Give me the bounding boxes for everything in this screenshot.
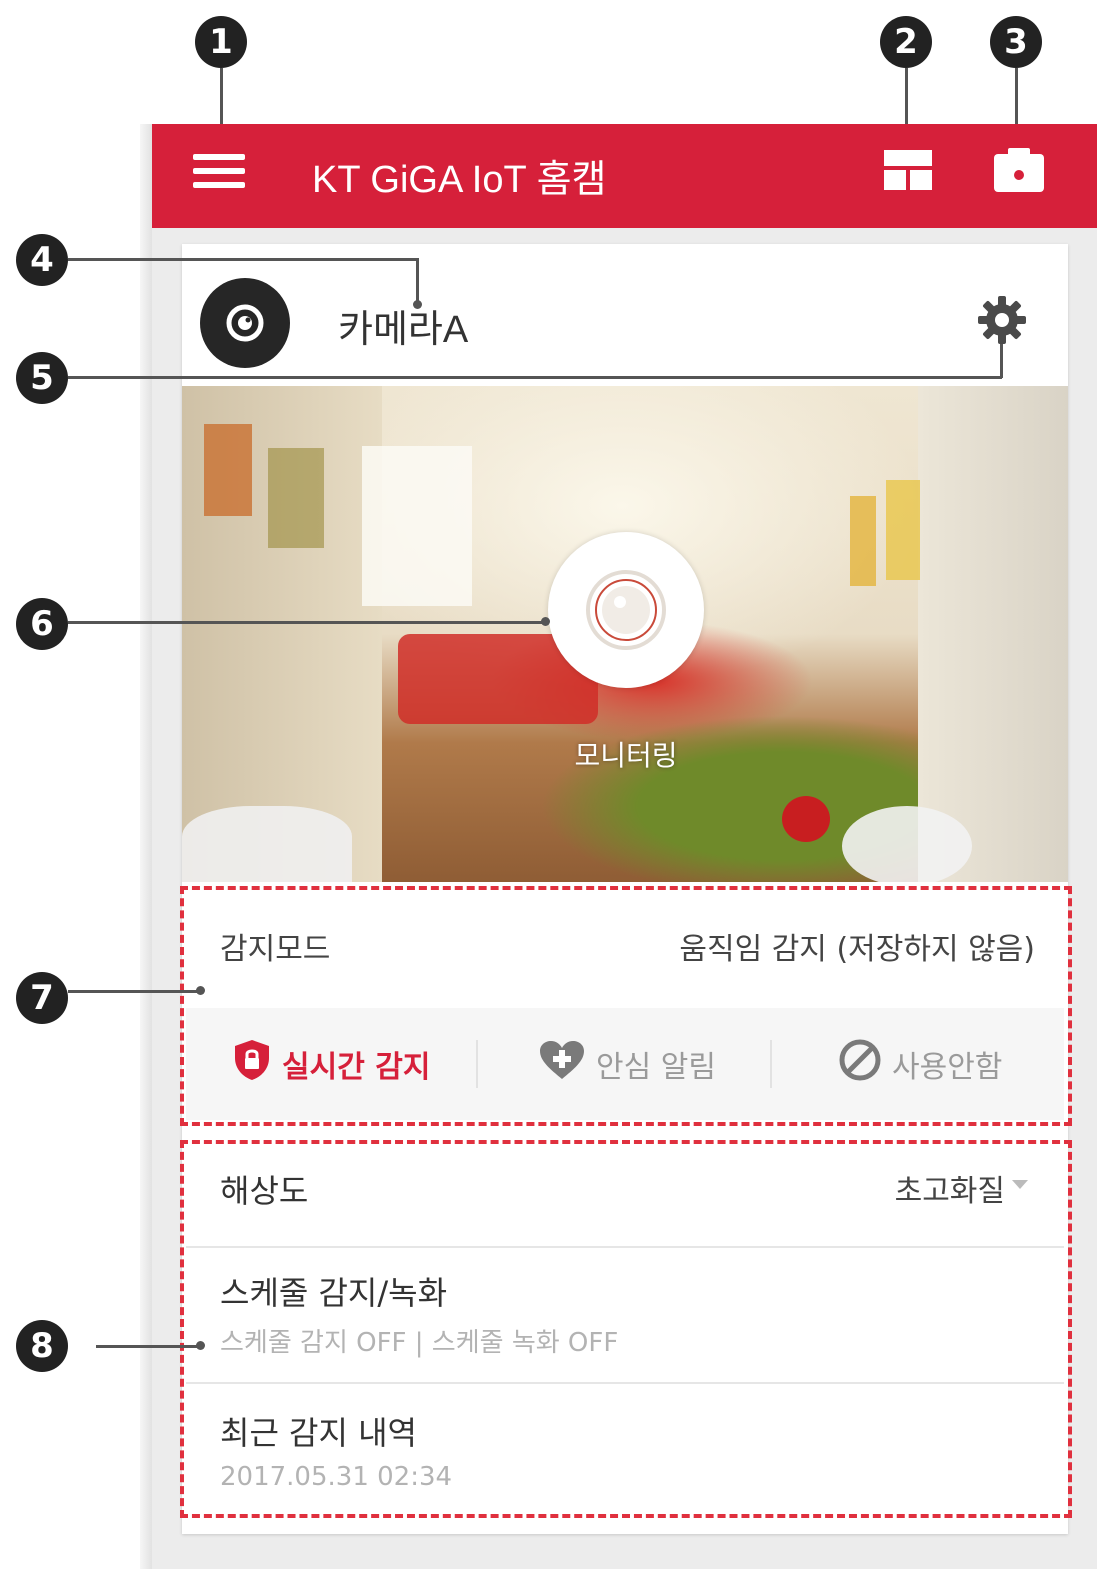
callout-7-dot bbox=[196, 986, 205, 995]
callout-8-dot bbox=[196, 1341, 205, 1350]
callout-4-dot bbox=[413, 300, 422, 309]
grid-view-icon[interactable] bbox=[884, 150, 932, 190]
callout-6-dot bbox=[541, 617, 550, 626]
callout-4: 4 bbox=[16, 234, 68, 286]
preview-table bbox=[182, 806, 352, 882]
camera-lens-icon bbox=[200, 278, 290, 368]
photo-album-icon[interactable] bbox=[994, 148, 1044, 192]
app-bar bbox=[152, 124, 1097, 228]
monitor-button[interactable] bbox=[548, 532, 704, 688]
callout-8-leader bbox=[96, 1345, 198, 1348]
preview-window bbox=[362, 446, 472, 606]
preview-chair bbox=[842, 806, 972, 882]
preview-right-wall bbox=[918, 386, 1068, 882]
callout-5: 5 bbox=[16, 352, 68, 404]
settings-highlight-box bbox=[180, 1140, 1072, 1518]
callout-7-leader bbox=[68, 990, 198, 993]
callout-1: 1 bbox=[195, 16, 247, 68]
callout-2: 2 bbox=[880, 16, 932, 68]
callout-3: 3 bbox=[990, 16, 1042, 68]
camera-name[interactable]: 카메라A bbox=[338, 298, 468, 353]
preview-wall-art bbox=[268, 448, 324, 548]
preview-ball bbox=[782, 796, 830, 842]
callout-5-leader-rise bbox=[1000, 344, 1003, 378]
callout-5-leader bbox=[68, 376, 1002, 379]
gear-icon[interactable] bbox=[976, 294, 1028, 346]
callout-6: 6 bbox=[16, 598, 68, 650]
monitor-label: 모니터링 bbox=[574, 739, 678, 772]
callout-6-leader bbox=[68, 621, 546, 624]
phone-frame-edge bbox=[140, 124, 152, 1569]
preview-wall-art bbox=[850, 496, 876, 586]
callout-4-leader-drop bbox=[416, 258, 419, 304]
callout-7: 7 bbox=[16, 972, 68, 1024]
preview-wall-art bbox=[886, 480, 920, 580]
callout-8: 8 bbox=[16, 1320, 68, 1372]
detection-highlight-box bbox=[180, 886, 1072, 1126]
callout-4-leader bbox=[68, 258, 418, 261]
app-title: KT GiGA IoT 홈캠 bbox=[312, 159, 607, 201]
hamburger-icon[interactable] bbox=[193, 150, 245, 192]
preview-wall-art bbox=[204, 424, 252, 516]
